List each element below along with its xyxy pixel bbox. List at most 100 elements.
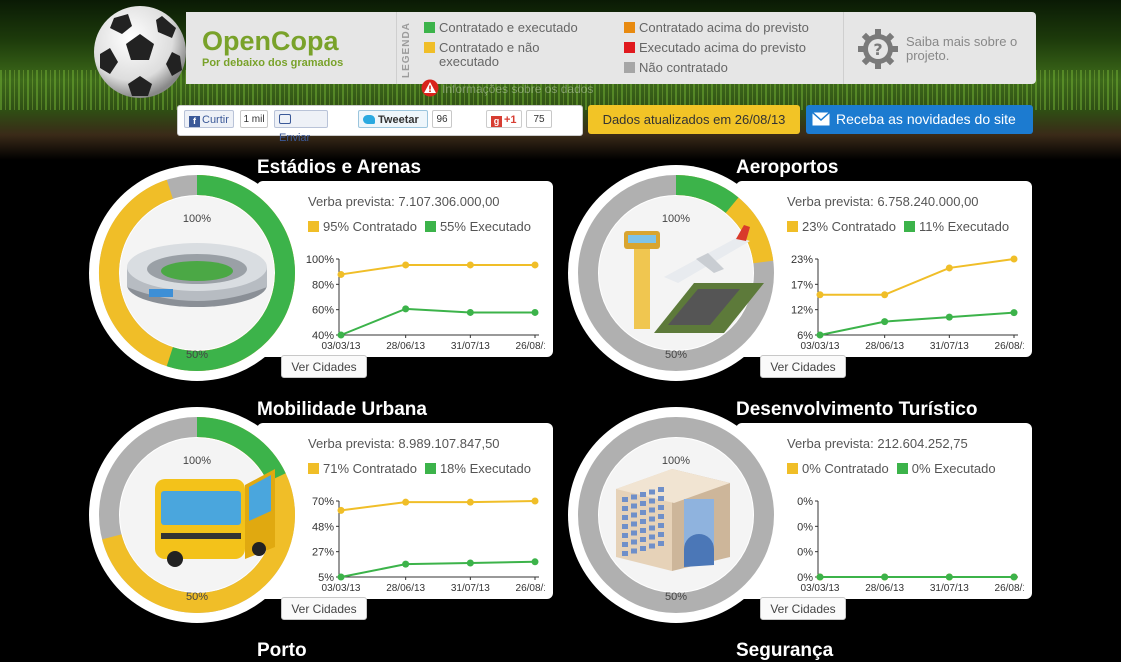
facebook-send-button[interactable]: Enviar — [274, 110, 328, 144]
y-tick-label: 100% — [306, 254, 334, 266]
series-point — [945, 573, 953, 581]
brand-subtitle: Por debaixo dos gramados — [202, 57, 344, 69]
contracted-label: 23% Contratado — [802, 219, 896, 234]
ring-label-50: 50% — [665, 349, 687, 361]
category-card-urban-mobility: Mobilidade Urbana 100% 50% Verba prevista: … — [89, 399, 559, 623]
series-point — [531, 308, 539, 316]
series-line-contracted — [820, 258, 1015, 296]
x-tick-label: 31/07/13 — [930, 583, 969, 594]
x-tick-label: 28/06/13 — [865, 583, 904, 594]
series-point — [945, 264, 953, 272]
contracted-swatch — [787, 463, 798, 474]
progress-line-chart: 0%0%0%0%03/03/1328/06/1331/07/1326/08/13 — [797, 496, 1024, 594]
executed-label: 0% Executado — [911, 461, 996, 476]
series-point — [816, 573, 824, 581]
progress-stats: 0% Contratado 0% Executado — [787, 461, 996, 476]
legend-item-executed: Contratado e executado — [424, 21, 639, 35]
budget-label: Verba prevista: 6.758.240.000,00 — [787, 194, 979, 209]
see-cities-button[interactable]: Ver Cidades — [281, 355, 367, 378]
ring-label-100: 100% — [183, 213, 211, 225]
see-cities-button[interactable]: Ver Cidades — [281, 597, 367, 620]
ring-label-100: 100% — [183, 455, 211, 467]
question-gear-icon[interactable]: ? — [857, 28, 899, 70]
contracted-swatch — [308, 221, 319, 232]
series-point — [337, 270, 345, 278]
contracted-label: 95% Contratado — [323, 219, 417, 234]
budget-label: Verba prevista: 7.107.306.000,00 — [308, 194, 500, 209]
social-share-bar: f Curtir 1 mil Enviar Tweetar 96 g +1 75 — [177, 105, 583, 144]
series-point — [881, 573, 889, 581]
executed-swatch — [903, 221, 915, 232]
y-tick-label: 60% — [312, 305, 334, 317]
x-tick-label: 03/03/13 — [801, 583, 840, 594]
legend-item-over-contracted: Contratado acima do previsto — [624, 21, 839, 35]
x-tick-label: 26/08/13 — [995, 341, 1024, 352]
legend-swatch — [424, 22, 435, 33]
warning-icon[interactable] — [421, 79, 439, 97]
data-info-link[interactable]: Informações sobre os dados — [442, 82, 593, 96]
contracted-swatch — [308, 463, 319, 474]
x-tick-label: 31/07/13 — [451, 583, 490, 594]
see-cities-button[interactable]: Ver Cidades — [760, 597, 846, 620]
x-tick-label: 26/08/13 — [995, 583, 1024, 594]
ring-label-100: 100% — [662, 213, 690, 225]
category-card-airports: Aeroportos 100% 50% Verba prevista: 6.758.2… — [568, 157, 1038, 381]
series-line-executed — [819, 311, 1015, 336]
y-tick-label: 23% — [791, 254, 813, 266]
y-tick-label: 0% — [797, 521, 813, 533]
executed-label: 18% Executado — [439, 461, 532, 476]
data-updated-badge: Dados atualizados em 26/08/13 — [588, 105, 800, 134]
series-point — [402, 560, 410, 568]
x-tick-label: 03/03/13 — [322, 583, 361, 594]
x-tick-label: 28/06/13 — [386, 583, 425, 594]
facebook-like-button[interactable]: f Curtir — [184, 110, 234, 128]
twitter-bird-icon — [363, 115, 375, 124]
y-tick-label: 48% — [312, 521, 334, 533]
series-point — [1010, 309, 1018, 317]
soccer-ball-logo — [94, 6, 186, 98]
series-line-executed — [340, 560, 536, 578]
series-point — [531, 558, 539, 566]
about-link[interactable]: Saiba mais sobre o projeto. — [906, 35, 1026, 63]
progress-line-chart: 100%80%60%40%03/03/13 28/06/13 31/07/13 26/… — [306, 254, 545, 352]
executed-label: 11% Executado — [918, 219, 1010, 234]
stadium-icon — [127, 243, 267, 307]
svg-text:?: ? — [873, 40, 882, 59]
y-tick-label: 12% — [791, 305, 813, 317]
progress-ring: 100% 50% — [89, 165, 305, 381]
tweet-button[interactable]: Tweetar — [358, 110, 428, 128]
x-tick-label: 31/07/13 — [930, 341, 969, 352]
legend-item-not-contracted: Não contratado — [624, 61, 839, 75]
google-plus-one-button[interactable]: g +1 — [486, 110, 522, 128]
series-point — [402, 305, 410, 313]
progress-stats: 95% Contratado 55% Executado — [308, 219, 531, 234]
see-cities-button[interactable]: Ver Cidades — [760, 355, 846, 378]
contracted-label: 0% Contratado — [802, 461, 889, 476]
legend-swatch — [424, 42, 435, 53]
progress-ring: 100% 50% — [568, 407, 784, 623]
series-point — [816, 291, 824, 299]
contracted-label: 71% Contratado — [323, 461, 417, 476]
budget-label: Verba prevista: 8.989.107.847,50 — [308, 436, 500, 451]
facebook-like-count: 1 mil — [240, 110, 268, 128]
ring-label-100: 100% — [662, 455, 690, 467]
budget-label: Verba prevista: 212.604.252,75 — [787, 436, 968, 451]
category-card-stadiums: Estádios e Arenas 100% 50% Verba prevista: … — [89, 157, 559, 381]
executed-swatch — [424, 221, 436, 232]
facebook-icon: f — [189, 116, 200, 127]
x-tick-label: 31/07/13 — [451, 341, 490, 352]
progress-ring: 100% 50% — [89, 407, 305, 623]
series-point — [1010, 573, 1018, 581]
x-tick-label: 26/08/13 — [516, 583, 545, 594]
series-point — [337, 331, 345, 339]
y-tick-label: 17% — [791, 279, 813, 291]
series-point — [945, 313, 953, 321]
series-point — [881, 291, 889, 299]
executed-swatch — [896, 463, 908, 474]
ring-label-50: 50% — [186, 591, 208, 603]
newsletter-signup-button[interactable]: Receba as novidades do site — [806, 105, 1033, 134]
legend-title: LEGENDA — [401, 22, 412, 78]
y-tick-label: 0% — [797, 547, 813, 559]
brand-title[interactable]: OpenCopa — [202, 26, 339, 57]
category-title-security: Segurança — [736, 640, 834, 661]
